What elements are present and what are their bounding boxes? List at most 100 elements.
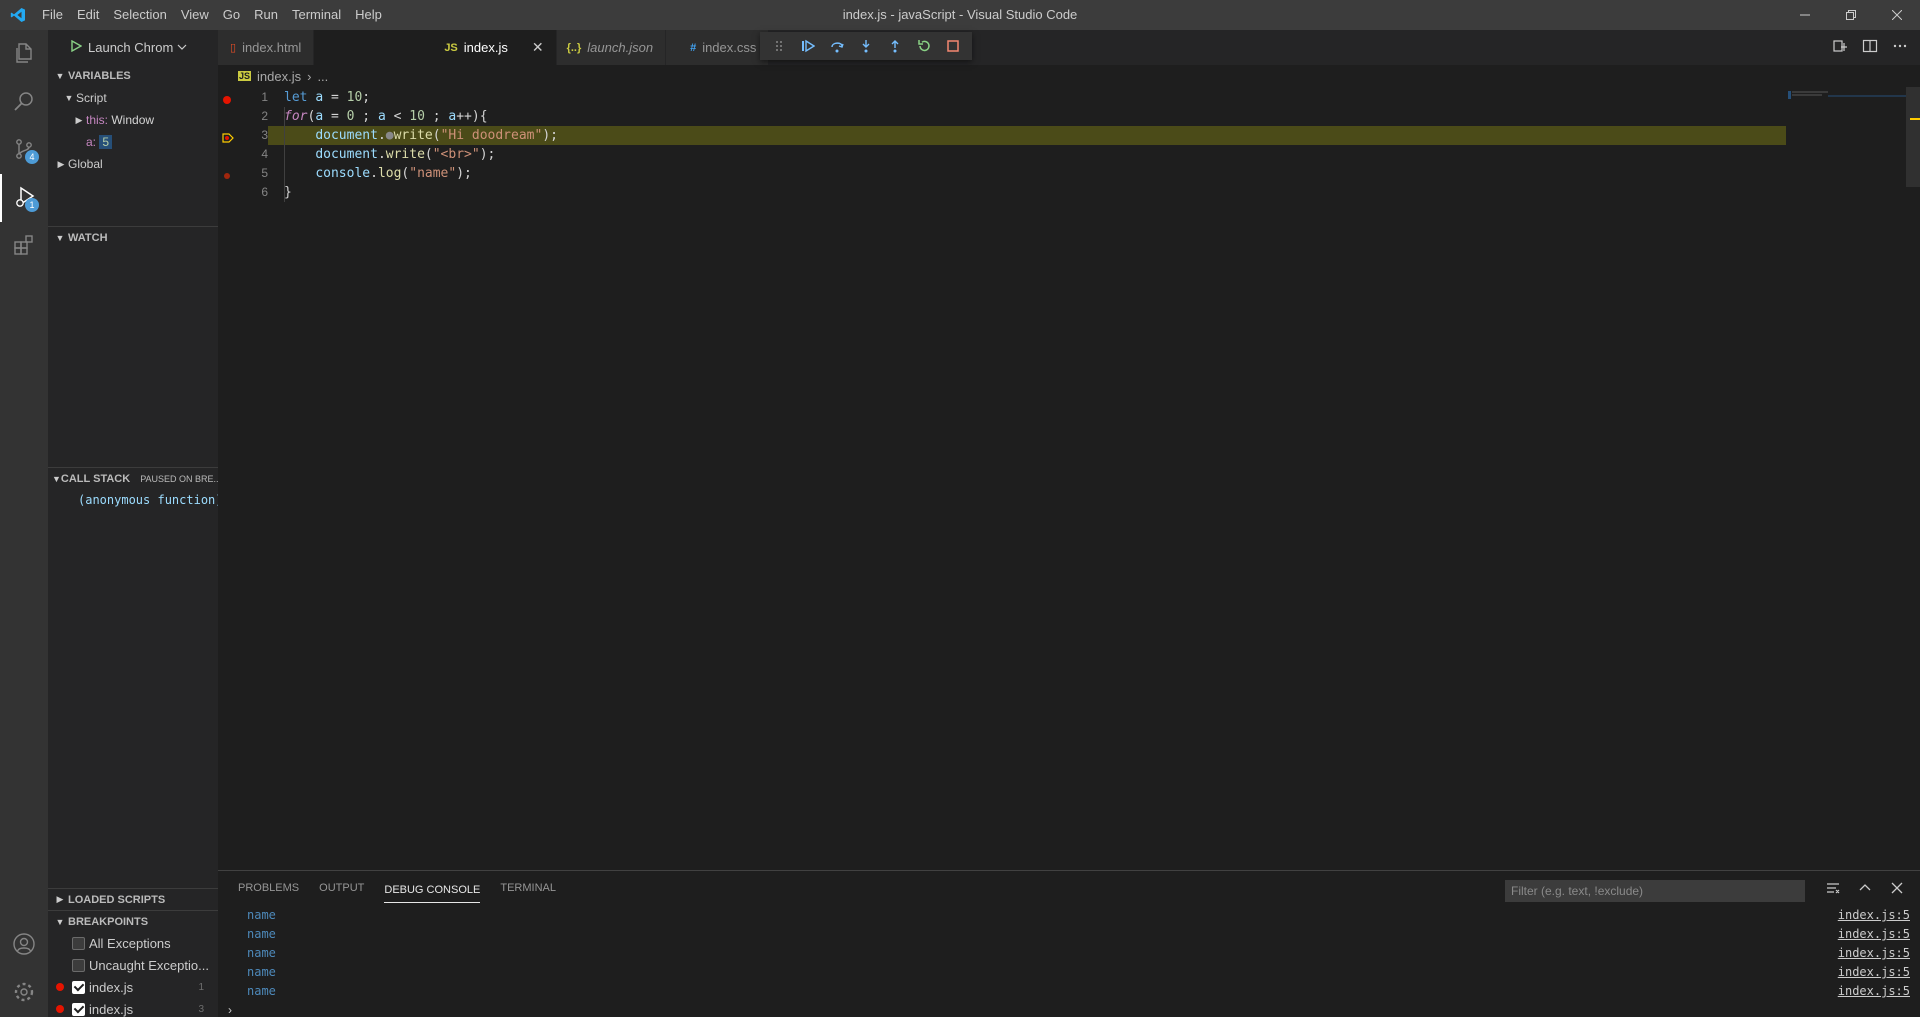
breakpoint-index-js-1[interactable]: index.js 1 bbox=[48, 976, 218, 998]
code-line[interactable]: 2 for(a = 0 ; a < 10 ; a++){ bbox=[218, 107, 1786, 126]
js-file-icon: JS bbox=[444, 41, 458, 54]
console-message: name bbox=[247, 965, 276, 979]
minimize-button[interactable] bbox=[1782, 0, 1828, 30]
restart-button[interactable] bbox=[913, 35, 935, 57]
checkbox[interactable] bbox=[72, 958, 85, 972]
breakpoint-dot-icon[interactable] bbox=[222, 93, 232, 108]
chevron-up-icon[interactable] bbox=[1858, 881, 1872, 898]
tab-output[interactable]: OUTPUT bbox=[319, 871, 364, 906]
editor-scrollbar[interactable] bbox=[1906, 87, 1920, 870]
checkbox[interactable] bbox=[72, 1002, 85, 1016]
variables-header[interactable]: ▼ VARIABLES bbox=[48, 65, 218, 87]
minimap[interactable] bbox=[1788, 87, 1908, 99]
more-actions-icon[interactable] bbox=[1892, 38, 1908, 57]
breakpoint-all-exceptions[interactable]: All Exceptions bbox=[48, 932, 218, 954]
manage-button[interactable] bbox=[0, 969, 48, 1017]
call-stack-frame[interactable]: (anonymous function) bbox=[48, 489, 218, 511]
call-stack-header[interactable]: ▼ CALL STACK PAUSED ON BRE... bbox=[48, 467, 218, 489]
start-debugging-icon[interactable] bbox=[70, 39, 83, 55]
code-line[interactable]: 6 } bbox=[218, 183, 1786, 202]
menu-selection[interactable]: Selection bbox=[106, 0, 173, 30]
console-line: name index.js:5 bbox=[218, 963, 1920, 982]
menu-edit[interactable]: Edit bbox=[70, 0, 106, 30]
console-source-link[interactable]: index.js:5 bbox=[1838, 906, 1910, 925]
var-name: this: bbox=[86, 113, 109, 127]
tab-index-css[interactable]: # index.css bbox=[666, 30, 770, 65]
var-name: a: bbox=[86, 135, 97, 149]
menu-view[interactable]: View bbox=[174, 0, 216, 30]
breadcrumb-symbol[interactable]: ... bbox=[317, 69, 328, 84]
menu-bar: File Edit Selection View Go Run Terminal… bbox=[35, 0, 389, 30]
tree-item-global[interactable]: ▶ Global bbox=[48, 153, 218, 175]
menu-go[interactable]: Go bbox=[216, 0, 247, 30]
checkbox[interactable] bbox=[72, 980, 85, 994]
console-filter-input[interactable] bbox=[1505, 880, 1805, 902]
tab-problems[interactable]: PROBLEMS bbox=[238, 871, 299, 906]
loaded-scripts-header[interactable]: ▶ LOADED SCRIPTS bbox=[48, 888, 218, 910]
console-source-link[interactable]: index.js:5 bbox=[1838, 944, 1910, 963]
run-debug-button[interactable]: 1 bbox=[0, 174, 48, 222]
tab-terminal[interactable]: TERMINAL bbox=[500, 871, 556, 906]
breadcrumb-file[interactable]: index.js bbox=[257, 69, 301, 84]
step-into-button[interactable] bbox=[855, 35, 877, 57]
breakpoints-header[interactable]: ▼ BREAKPOINTS bbox=[48, 910, 218, 932]
close-window-button[interactable] bbox=[1874, 0, 1920, 30]
tab-debug-console[interactable]: DEBUG CONSOLE bbox=[384, 875, 481, 903]
code-text: document.write("<br>"); bbox=[315, 147, 496, 162]
breakpoint-dot-icon[interactable] bbox=[222, 169, 232, 184]
current-execution-arrow-icon[interactable] bbox=[222, 131, 234, 146]
js-file-icon: JS bbox=[238, 71, 252, 81]
console-source-link[interactable]: index.js:5 bbox=[1838, 925, 1910, 944]
step-out-button[interactable] bbox=[884, 35, 906, 57]
code-line[interactable]: 4 document.write("<br>"); bbox=[218, 145, 1786, 164]
vscode-logo-icon bbox=[0, 0, 35, 30]
menu-run[interactable]: Run bbox=[247, 0, 285, 30]
search-view-button[interactable] bbox=[0, 78, 48, 126]
watch-header[interactable]: ▼ WATCH bbox=[48, 226, 218, 248]
chevron-right-icon: ▶ bbox=[56, 894, 64, 904]
stop-button[interactable] bbox=[942, 35, 964, 57]
tab-index-js[interactable]: JS index.js ✕ bbox=[314, 30, 557, 65]
debug-toolbar bbox=[760, 32, 972, 60]
close-tab-icon[interactable]: ✕ bbox=[532, 39, 544, 56]
scrollbar-thumb[interactable] bbox=[1906, 87, 1920, 187]
chevron-down-icon[interactable] bbox=[177, 40, 187, 55]
console-source-link[interactable]: index.js:5 bbox=[1838, 963, 1910, 982]
close-panel-icon[interactable] bbox=[1890, 881, 1904, 898]
tab-label: launch.json bbox=[587, 40, 654, 55]
console-source-link[interactable]: index.js:5 bbox=[1838, 982, 1910, 1001]
console-prompt-icon[interactable]: › bbox=[228, 1003, 232, 1017]
tree-item-a[interactable]: a: 5 bbox=[48, 131, 218, 153]
open-changes-icon[interactable] bbox=[1832, 38, 1848, 57]
menu-file[interactable]: File bbox=[35, 0, 70, 30]
source-control-button[interactable]: 4 bbox=[0, 126, 48, 174]
restore-button[interactable] bbox=[1828, 0, 1874, 30]
continue-button[interactable] bbox=[797, 35, 819, 57]
code-line[interactable]: 5 console.log("name"); bbox=[218, 164, 1786, 183]
tree-item-this[interactable]: ▶ this: Window bbox=[48, 109, 218, 131]
split-editor-icon[interactable] bbox=[1862, 38, 1878, 57]
menu-terminal[interactable]: Terminal bbox=[285, 0, 348, 30]
launch-config-select[interactable]: Launch Chrom bbox=[88, 40, 173, 55]
breakpoint-label: index.js bbox=[89, 1001, 134, 1017]
section-title: LOADED SCRIPTS bbox=[68, 893, 166, 906]
extensions-button[interactable] bbox=[0, 222, 48, 270]
breakpoint-dot-icon bbox=[56, 1005, 64, 1013]
step-over-button[interactable] bbox=[826, 35, 848, 57]
menu-help[interactable]: Help bbox=[348, 0, 389, 30]
explorer-button[interactable] bbox=[0, 30, 48, 78]
clear-console-icon[interactable] bbox=[1826, 881, 1840, 898]
breakpoint-index-js-3[interactable]: index.js 3 bbox=[48, 998, 218, 1017]
code-line[interactable]: 1 let a = 10; bbox=[218, 88, 1786, 107]
tab-index-html[interactable]: ▯ index.html bbox=[218, 30, 315, 65]
code-line-current[interactable]: 3 document.●write("Hi doodream"); bbox=[218, 126, 1786, 145]
bottom-panel: PROBLEMS OUTPUT DEBUG CONSOLE TERMINAL n… bbox=[218, 870, 1920, 1017]
paused-status: PAUSED ON BRE... bbox=[140, 473, 218, 484]
tab-launch-json[interactable]: {..} launch.json bbox=[556, 30, 667, 65]
accounts-button[interactable] bbox=[0, 921, 48, 969]
code-editor[interactable]: 1 let a = 10; 2 for(a = 0 ; a < 10 ; a++… bbox=[218, 87, 1908, 870]
drag-handle-icon[interactable] bbox=[768, 35, 790, 57]
breakpoint-uncaught-exceptions[interactable]: Uncaught Exceptio... bbox=[48, 954, 218, 976]
checkbox[interactable] bbox=[72, 936, 85, 950]
tree-item-script[interactable]: ▼ Script bbox=[48, 87, 218, 109]
